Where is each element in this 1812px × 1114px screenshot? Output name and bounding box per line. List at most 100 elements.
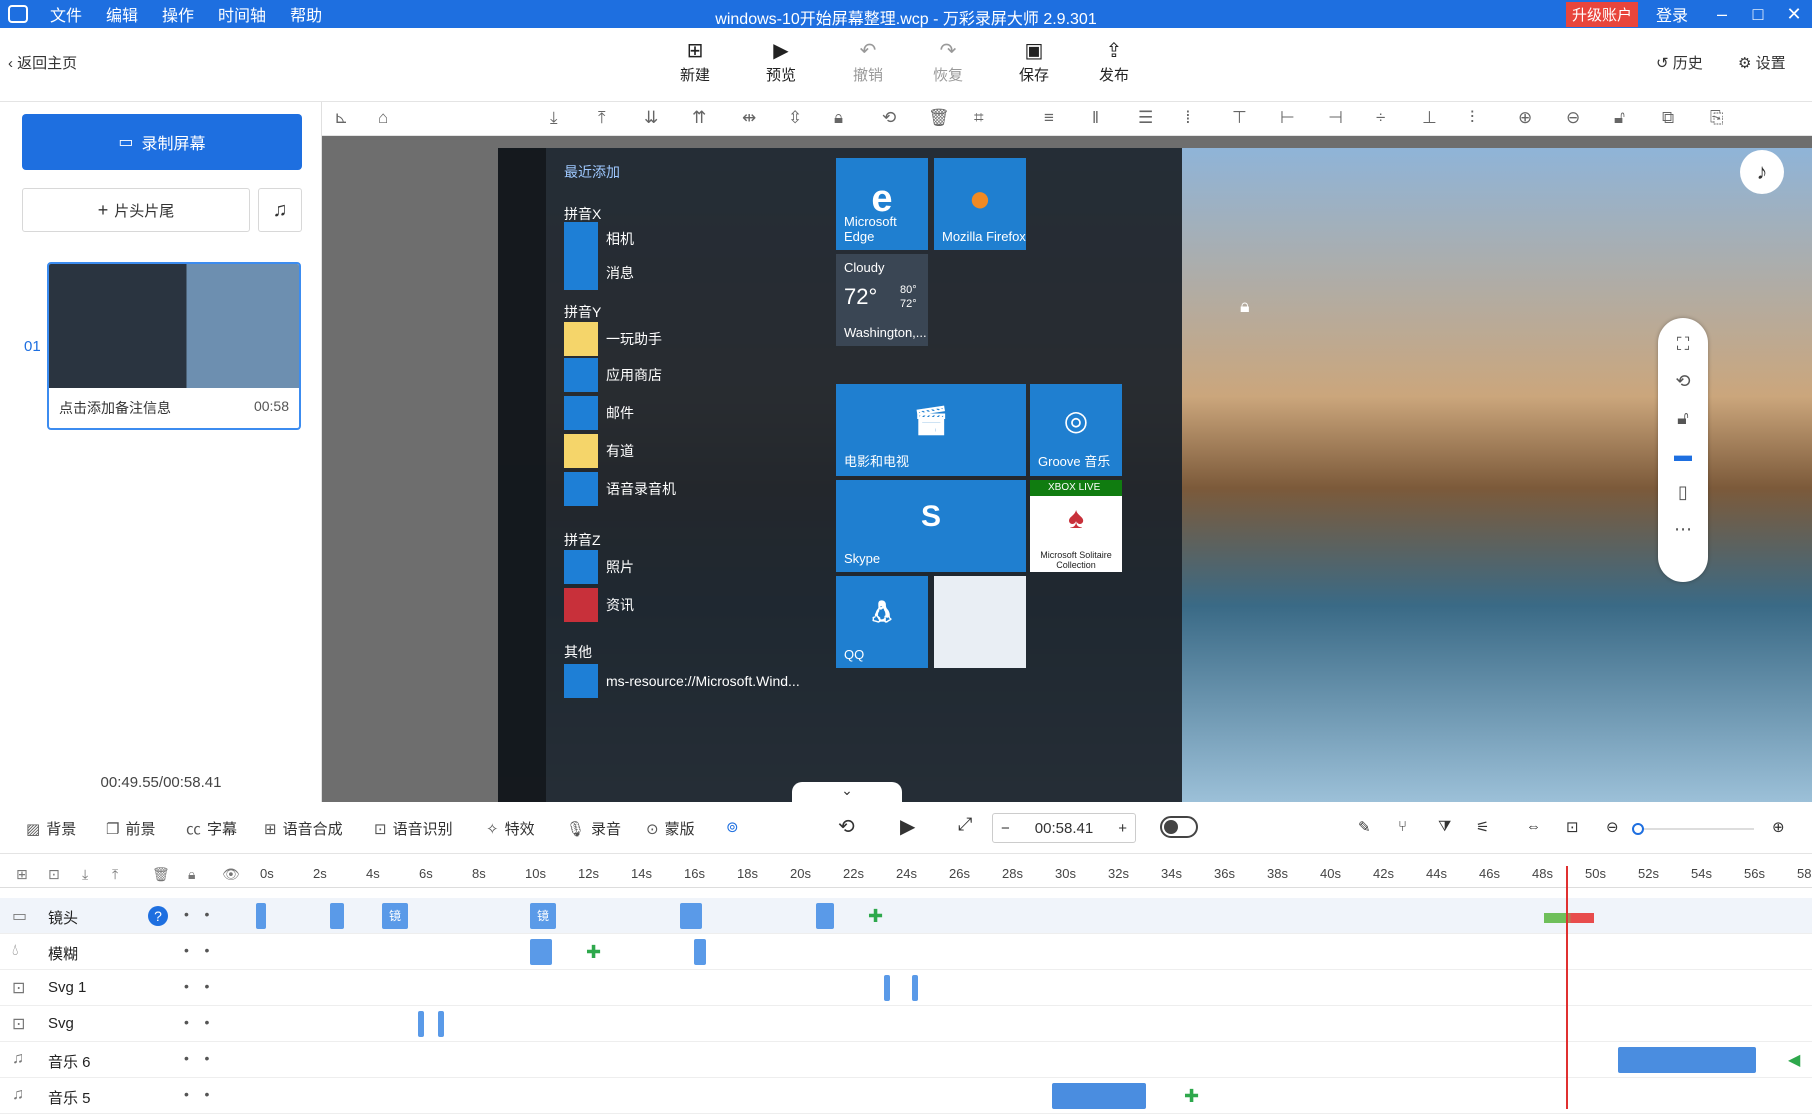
- range-marker[interactable]: [1544, 913, 1594, 923]
- expand-icon[interactable]: ⤢: [958, 814, 972, 835]
- svg-clip[interactable]: [438, 1011, 444, 1037]
- clip-card[interactable]: 点击添加备注信息 00:58: [47, 262, 301, 430]
- zoom-in-icon[interactable]: ⊕: [1518, 108, 1532, 128]
- mask-button[interactable]: ⊙ 蒙版: [646, 818, 695, 839]
- copy-icon[interactable]: ⧉: [1662, 108, 1674, 128]
- track-lane[interactable]: [254, 1006, 1812, 1042]
- save-button[interactable]: ▣ 保存: [1006, 40, 1062, 85]
- filter-icon[interactable]: ⧩: [1438, 818, 1451, 835]
- adjust-icon[interactable]: ⚟: [1476, 818, 1489, 836]
- minimize-icon[interactable]: –: [1704, 4, 1740, 25]
- undo-button[interactable]: ↶ 撤销: [840, 40, 896, 85]
- edit-icon[interactable]: ✎: [1358, 818, 1371, 836]
- background-button[interactable]: ▨ 背景: [26, 818, 76, 839]
- music-button[interactable]: ♫: [258, 188, 302, 232]
- move-layer-down-icon[interactable]: ⤓: [82, 866, 88, 883]
- phone-icon[interactable]: ▯: [1658, 482, 1708, 503]
- paste-icon[interactable]: ⎘: [1710, 108, 1724, 128]
- back-home-button[interactable]: ‹ 返回主页: [8, 52, 77, 73]
- align-vcenter-icon[interactable]: ⫶: [1470, 108, 1474, 128]
- zoom-out-timeline-icon[interactable]: ⊖: [1606, 818, 1619, 836]
- duration-stepper[interactable]: − 00:58.41 +: [992, 813, 1136, 843]
- ruler-icon[interactable]: ⊾: [334, 108, 348, 128]
- redo-button[interactable]: ↷ 恢复: [920, 40, 976, 85]
- zoom-slider[interactable]: [1632, 823, 1754, 835]
- svg-clip[interactable]: [884, 975, 890, 1001]
- svg-clip[interactable]: [418, 1011, 424, 1037]
- add-folder-icon[interactable]: ⊞: [16, 866, 28, 883]
- tts-button[interactable]: ⊞ 语音合成: [264, 818, 343, 839]
- lens-keyframe[interactable]: [816, 903, 834, 929]
- publish-button[interactable]: ⇪ 发布: [1086, 40, 1142, 85]
- duration-value[interactable]: 00:58.41: [1035, 820, 1093, 837]
- move-down-icon[interactable]: ⤓: [550, 108, 558, 128]
- track-options[interactable]: • •: [184, 1086, 209, 1102]
- settings-button[interactable]: ⚙ 设置: [1738, 52, 1786, 73]
- maximize-icon[interactable]: □: [1740, 4, 1776, 25]
- lock-overlay-icon[interactable]: 🔒︎: [1240, 296, 1250, 317]
- lens-keyframe[interactable]: [330, 903, 344, 929]
- toggle-switch[interactable]: [1160, 816, 1198, 838]
- record-audio-button[interactable]: 🎙︎ 录音: [566, 818, 621, 839]
- lock-all-icon[interactable]: 🔒︎: [188, 866, 195, 883]
- audio-waveform-clip[interactable]: [1052, 1083, 1146, 1109]
- music-note-button[interactable]: ♪: [1740, 150, 1784, 194]
- align-left-icon[interactable]: ⊢: [1280, 108, 1295, 128]
- replay-icon[interactable]: ⟲: [838, 814, 855, 839]
- flip-h-icon[interactable]: ⇹: [742, 108, 756, 128]
- move-layer-up-icon[interactable]: ⤒: [112, 866, 118, 883]
- effects-button[interactable]: ✧ 特效: [486, 818, 535, 839]
- track-options[interactable]: • •: [184, 906, 209, 922]
- flip-v-icon[interactable]: ⇳: [788, 108, 802, 128]
- blur-clip[interactable]: [694, 939, 706, 965]
- split-icon[interactable]: ⑂: [1398, 818, 1407, 835]
- lens-keyframe[interactable]: [256, 903, 266, 929]
- track-blur[interactable]: 💧︎ 模糊 • • ✚: [0, 934, 1812, 970]
- rotate-tool-icon[interactable]: ⟲: [1658, 371, 1708, 392]
- crop-icon[interactable]: ⌗: [974, 108, 984, 128]
- canvas[interactable]: 最近添加 拼音X 相机 消息 拼音Y 一玩助手 应用商店 邮件 有道 语音录音机…: [322, 136, 1812, 802]
- align-center-icon[interactable]: ≡: [1044, 108, 1054, 128]
- eye-icon[interactable]: 👁︎: [222, 866, 240, 883]
- add-keyframe-icon[interactable]: ✚: [586, 942, 601, 963]
- move-up-icon[interactable]: ⤒: [598, 108, 606, 128]
- collapse-toggle[interactable]: ⌄: [792, 782, 902, 802]
- intro-outro-button[interactable]: + 片头片尾: [22, 188, 250, 232]
- add-keyframe-icon[interactable]: ✚: [868, 906, 883, 927]
- fit-icon[interactable]: ⇔: [1526, 818, 1541, 835]
- align-hcenter-icon[interactable]: ÷: [1376, 108, 1385, 128]
- clip-note[interactable]: 点击添加备注信息: [59, 398, 171, 418]
- align-middle-icon[interactable]: ‖: [1092, 108, 1099, 128]
- zoom-out-icon[interactable]: ⊖: [1566, 108, 1580, 128]
- history-button[interactable]: ↺ 历史: [1656, 52, 1703, 73]
- screen-icon[interactable]: ▬: [1658, 445, 1708, 466]
- blur-clip[interactable]: [530, 939, 552, 965]
- record-screen-button[interactable]: ▭ 录制屏幕: [22, 114, 302, 170]
- track-lane[interactable]: [254, 970, 1812, 1006]
- track-svg1[interactable]: ⊡ Svg 1 • •: [0, 970, 1812, 1006]
- audio-waveform-clip[interactable]: [1618, 1047, 1756, 1073]
- to-top-icon[interactable]: ⇈: [692, 108, 706, 128]
- track-options[interactable]: • •: [184, 1050, 209, 1066]
- time-ruler[interactable]: 0s 2s 4s 6s 8s 10s 12s 14s 16s 18s 20s 22s 24s 26s 28s…: [254, 862, 1812, 888]
- zoom-in-timeline-icon[interactable]: ⊕: [1772, 818, 1785, 836]
- unlock-icon[interactable]: 🔓︎: [1614, 108, 1625, 128]
- dist-h-icon[interactable]: ☰: [1138, 108, 1153, 128]
- subtitle-button[interactable]: ㏄字幕: [186, 818, 237, 839]
- login-button[interactable]: 登录: [1656, 2, 1688, 26]
- upgrade-button[interactable]: 升级账户: [1565, 1, 1638, 27]
- foreground-button[interactable]: ❐ 前景: [106, 818, 155, 839]
- trash-icon[interactable]: 🗑︎: [152, 866, 170, 883]
- more-tools-icon[interactable]: ⊚: [726, 818, 739, 836]
- track-svg[interactable]: ⊡ Svg • •: [0, 1006, 1812, 1042]
- add-keyframe-icon[interactable]: ✚: [1184, 1086, 1199, 1107]
- zoom-slider-thumb[interactable]: [1632, 823, 1644, 835]
- lock-tool-icon[interactable]: 🔓︎: [1658, 408, 1708, 429]
- more-icon[interactable]: ⋯: [1658, 519, 1708, 540]
- track-lane[interactable]: 镜 镜 ✚: [254, 898, 1812, 934]
- new-button[interactable]: ⊞ 新建: [667, 40, 723, 85]
- align-bottom-icon[interactable]: ⊥: [1422, 108, 1437, 128]
- track-options[interactable]: • •: [184, 1014, 209, 1030]
- play-button-icon[interactable]: ▶: [900, 814, 915, 839]
- svg-clip[interactable]: [912, 975, 918, 1001]
